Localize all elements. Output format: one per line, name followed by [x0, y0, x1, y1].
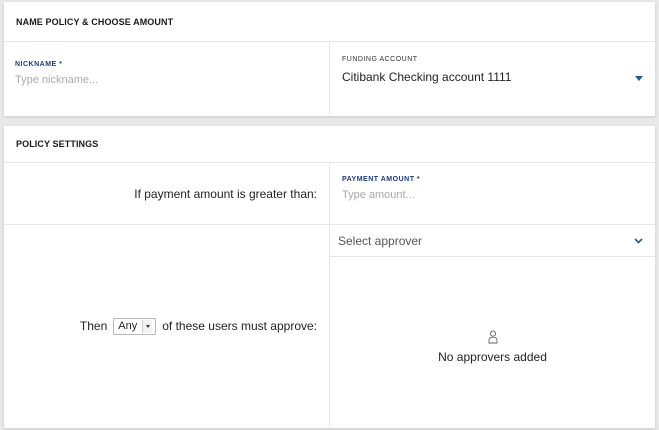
then-text: Then: [79, 319, 108, 333]
condition-cell: If payment amount is greater than:: [4, 163, 330, 224]
funding-account-field[interactable]: FUNDING ACCOUNT Citibank Checking accoun…: [330, 42, 655, 115]
nickname-cell: NICKNAME *: [4, 42, 330, 115]
section-title-policy-settings: POLICY SETTINGS: [4, 126, 655, 163]
approver-select-placeholder: Select approver: [338, 233, 423, 248]
approve-text: of these users must approve:: [162, 319, 317, 333]
approvers-panel: Select approver No approvers added: [330, 225, 655, 427]
approver-select[interactable]: Select approver: [330, 225, 655, 257]
payment-amount-label: PAYMENT AMOUNT *: [342, 176, 421, 183]
payment-amount-cell: PAYMENT AMOUNT *: [330, 163, 655, 224]
chevron-down-icon[interactable]: [634, 238, 643, 244]
payment-amount-input[interactable]: [342, 189, 655, 201]
small-caret-icon: [142, 319, 153, 333]
approvers-empty-state: No approvers added: [330, 257, 655, 427]
nickname-input[interactable]: [15, 74, 329, 86]
policy-settings-card: POLICY SETTINGS If payment amount is gre…: [4, 126, 655, 428]
caret-down-icon[interactable]: [635, 76, 643, 81]
approval-rule-cell: Then Any of these users must approve:: [4, 225, 330, 427]
empty-state-text: No approvers added: [438, 350, 547, 364]
funding-account-label: FUNDING ACCOUNT: [342, 56, 418, 63]
nickname-label: NICKNAME *: [15, 61, 63, 68]
name-policy-card: NAME POLICY & CHOOSE AMOUNT NICKNAME * F…: [4, 2, 655, 116]
condition-text: If payment amount is greater than:: [134, 186, 317, 201]
quorum-select[interactable]: Any: [113, 317, 157, 335]
quorum-select-value: Any: [118, 320, 138, 332]
user-outline-icon: [488, 330, 497, 344]
section-title-name-policy: NAME POLICY & CHOOSE AMOUNT: [4, 2, 655, 42]
funding-account-value: Citibank Checking account 1111: [342, 70, 512, 84]
